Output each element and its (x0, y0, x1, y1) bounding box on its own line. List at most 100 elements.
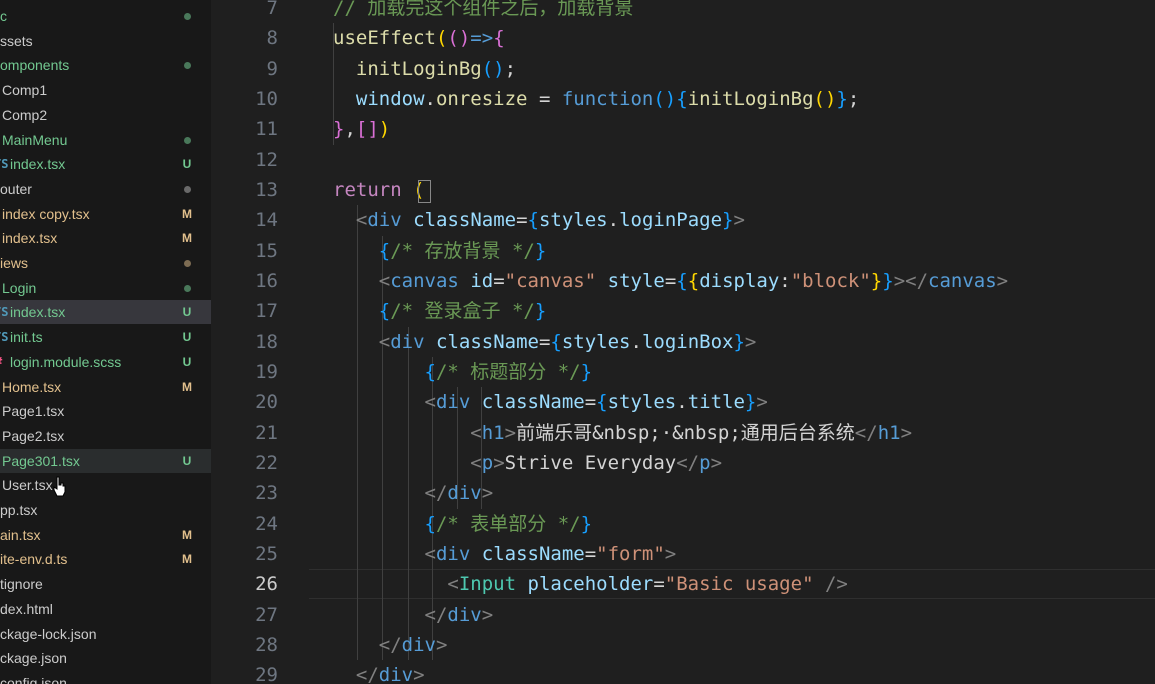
code-line[interactable]: </div> (333, 630, 448, 660)
explorer-item[interactable]: ckage-lock.json (0, 622, 211, 646)
explorer-item[interactable]: ssets (0, 29, 211, 53)
line-number: 21 (255, 421, 278, 444)
code-line[interactable]: </div> (333, 600, 494, 630)
code-token: . (607, 209, 620, 232)
code-token: { (596, 391, 608, 414)
line-number: 25 (255, 542, 278, 565)
code-line[interactable]: <canvas id="canvas" style={{display:"blo… (333, 266, 1008, 296)
explorer-item[interactable]: TSinit.ts U (0, 325, 211, 349)
code-token: div (447, 482, 482, 505)
code-token: div (447, 603, 482, 626)
code-token: > (493, 451, 505, 474)
code-token: > (435, 633, 448, 656)
code-line[interactable]: return ( (333, 175, 425, 205)
explorer-item[interactable]: # login.module.scss U (0, 350, 211, 374)
code-editor[interactable]: 7// 加载完这个组件之后，加载背景 8 useEffect(()=>{9 init… (211, 0, 1155, 684)
explorer-item[interactable]: config.json (0, 671, 211, 684)
code-token: /* 存放背景 */ (390, 239, 535, 262)
explorer-item[interactable]: Page301.tsx U (0, 448, 211, 473)
code-line[interactable]: window.onresize = function(){initLoginBg… (333, 84, 859, 114)
code-line[interactable]: <div className={styles.title}> (333, 387, 768, 417)
code-line[interactable]: <h1>前端乐哥&nbsp;·&nbsp;通用后台系统</h1> (333, 418, 912, 448)
code-token: div (435, 391, 471, 414)
code-token: "canvas" (504, 269, 597, 292)
explorer-item[interactable]: Page1.tsx (0, 399, 211, 423)
explorer-item[interactable]: ite-env.d.ts M (0, 547, 211, 571)
modified-dot-icon (184, 13, 191, 20)
code-line[interactable]: {/* 标题部分 */} (333, 357, 593, 387)
code-token: loginBox (641, 330, 734, 353)
code-token: = (538, 330, 551, 353)
explorer-item[interactable]: TSindex.tsx U (0, 300, 211, 325)
code-line[interactable]: },[]) (333, 114, 390, 144)
code-token: { (378, 300, 391, 323)
explorer-item[interactable]: index copy.tsx M (0, 202, 211, 226)
explorer-item[interactable]: index.tsx M (0, 226, 211, 250)
code-line[interactable]: useEffect(()=>{ (333, 23, 505, 53)
explorer-item[interactable]: ckage.json (0, 646, 211, 670)
code-line[interactable]: initLoginBg(); (333, 54, 516, 84)
explorer-item[interactable]: dex.html (0, 597, 211, 621)
code-line[interactable]: {/* 表单部分 */} (333, 509, 593, 539)
code-token: < (470, 451, 482, 474)
explorer-item[interactable]: tignore (0, 572, 211, 596)
explorer-item-label: index.tsx (10, 304, 66, 321)
explorer-item[interactable]: Login (0, 276, 211, 300)
explorer-item[interactable]: MainMenu (0, 128, 211, 152)
explorer-item[interactable]: TSindex.tsx U (0, 152, 211, 176)
explorer-item[interactable]: User.tsx (0, 473, 211, 497)
modified-dot-icon (184, 185, 191, 193)
explorer-item-label: ssets (0, 32, 33, 49)
code-token: () (813, 87, 837, 110)
code-token: > (733, 209, 745, 232)
explorer-item[interactable]: pp.tsx (0, 498, 211, 522)
code-token: ; (504, 57, 517, 80)
explorer-item[interactable]: Comp2 (0, 103, 211, 127)
bracket-match-box (418, 179, 431, 203)
code-token: title (687, 391, 745, 414)
code-token: onresize (435, 87, 528, 110)
code-line[interactable]: // 加载完这个组件之后，加载背景 (333, 0, 633, 23)
code-line[interactable]: <p>Strive Everyday</p> (333, 448, 722, 478)
line-number: 18 (255, 330, 278, 353)
code-token: > (664, 542, 677, 565)
explorer-item-label: iews (0, 255, 29, 271)
code-token: > (756, 391, 768, 414)
line-number: 8 (266, 27, 278, 50)
code-line[interactable]: </div> (333, 478, 494, 508)
explorer-item[interactable]: outer (0, 177, 211, 201)
explorer-item-label: User.tsx (2, 477, 53, 494)
code-token: > (504, 421, 517, 444)
explorer-item[interactable]: iews (0, 251, 211, 275)
code-line[interactable]: <div className={styles.loginPage}> (333, 205, 745, 235)
explorer-item[interactable]: c (0, 4, 211, 28)
code-token: div (367, 209, 402, 232)
explorer-item-label: ain.tsx (0, 526, 41, 543)
code-line[interactable]: <Input placeholder="Basic usage" /> (333, 569, 847, 599)
explorer-item[interactable]: Home.tsx M (0, 375, 211, 399)
explorer-item[interactable]: ain.tsx M (0, 523, 211, 547)
code-token: useEffect (333, 27, 436, 50)
code-token: > (744, 330, 757, 353)
code-token: div (435, 542, 471, 565)
code-token: } (836, 87, 848, 110)
code-line[interactable]: </div> (333, 660, 425, 684)
code-line[interactable]: {/* 存放背景 */} (333, 236, 547, 266)
code-token: h1 (481, 421, 505, 444)
explorer-item[interactable]: Comp1 (0, 78, 211, 102)
code-line[interactable]: {/* 登录盒子 */} (333, 296, 547, 326)
explorer-item[interactable]: Page2.tsx (0, 424, 211, 448)
explorer-item-label: Home.tsx (2, 378, 62, 395)
explorer-item[interactable]: omponents (0, 53, 211, 77)
typescript-file-icon: TS (0, 305, 9, 320)
code-line[interactable]: <div className={styles.loginBox}> (333, 327, 757, 357)
code-line[interactable]: <div className="form"> (333, 539, 677, 569)
